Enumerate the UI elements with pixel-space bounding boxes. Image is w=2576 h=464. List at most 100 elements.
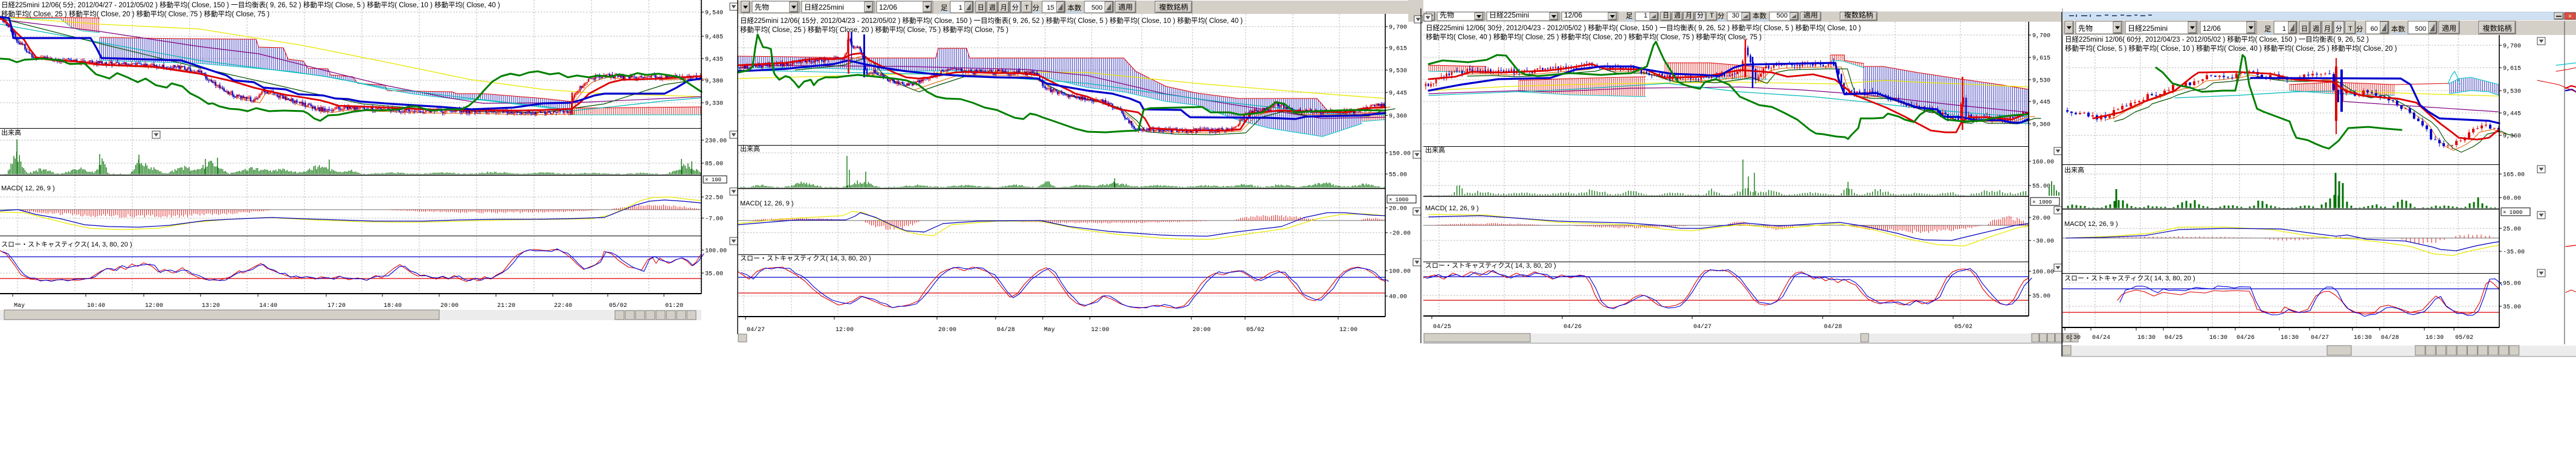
svg-text:本数: 本数	[2391, 25, 2406, 33]
svg-text:12/06: 12/06	[1564, 11, 1582, 19]
svg-text:17:20: 17:20	[327, 303, 346, 309]
svg-text:05/02: 05/02	[2455, 334, 2473, 341]
svg-text:16:30: 16:30	[2354, 335, 2372, 341]
svg-text:分: 分	[1012, 4, 1019, 11]
svg-text:9,360: 9,360	[1389, 114, 1407, 120]
svg-text:05/02: 05/02	[609, 302, 627, 309]
svg-text:20:00: 20:00	[938, 327, 956, 334]
svg-text:21:20: 21:20	[497, 303, 515, 309]
svg-text:MACD( 12, 26, 9 ): MACD( 12, 26, 9 )	[1425, 205, 1479, 212]
svg-text:週: 週	[2313, 25, 2319, 33]
svg-text:22:40: 22:40	[554, 303, 572, 309]
svg-text:100.00: 100.00	[2032, 269, 2054, 276]
svg-text:04/25: 04/25	[2165, 334, 2183, 341]
svg-text:04/28: 04/28	[1824, 323, 1842, 330]
svg-text:55.00: 55.00	[2032, 184, 2050, 190]
svg-text:日経225mini 12/06( 30分, 2012/04/: 日経225mini 12/06( 30分, 2012/04/23 - 2012/…	[1426, 24, 1861, 32]
svg-text:9,530: 9,530	[2032, 78, 2050, 85]
svg-text:04/26: 04/26	[1563, 323, 1582, 330]
svg-text:複数銘柄: 複数銘柄	[1844, 10, 1873, 19]
svg-text:T: T	[1710, 12, 1714, 19]
svg-text:9,435: 9,435	[705, 57, 723, 63]
svg-text:スロー・ストキャスティクス( 14, 3, 80, 20 ): スロー・ストキャスティクス( 14, 3, 80, 20 )	[2064, 274, 2195, 282]
svg-text:分: 分	[2356, 25, 2363, 33]
svg-text:12/06: 12/06	[879, 3, 897, 11]
svg-text:85.00: 85.00	[705, 161, 723, 168]
svg-text:分: 分	[1032, 4, 1040, 12]
svg-text:12:00: 12:00	[145, 303, 163, 309]
svg-text:165.00: 165.00	[2503, 172, 2525, 179]
svg-text:25.00: 25.00	[2503, 227, 2521, 233]
svg-text:16:30: 16:30	[2281, 335, 2299, 341]
svg-text:1: 1	[959, 4, 962, 11]
svg-text:T: T	[1025, 4, 1029, 11]
svg-text:先物: 先物	[1440, 11, 1454, 19]
svg-text:月: 月	[1000, 4, 1007, 11]
svg-text:May: May	[14, 303, 25, 309]
svg-text:16:30: 16:30	[2137, 335, 2156, 341]
svg-text:01:20: 01:20	[665, 303, 683, 309]
svg-text:12:00: 12:00	[836, 327, 854, 334]
svg-text:足: 足	[2264, 26, 2272, 33]
svg-text:55.00: 55.00	[1389, 172, 1407, 179]
svg-text:9,330: 9,330	[705, 101, 723, 108]
svg-text:35.00: 35.00	[705, 271, 723, 278]
svg-text:9,700: 9,700	[2032, 33, 2050, 40]
svg-text:12:00: 12:00	[1091, 327, 1109, 334]
svg-text:04/25: 04/25	[1433, 323, 1451, 330]
svg-text:移動平均( Close, 25 ) 移動平均( Clos: 移動平均( Close, 25 ) 移動平均( Close, 20 ) 移動平均…	[1, 10, 269, 18]
svg-text:9,360: 9,360	[2032, 122, 2050, 129]
svg-text:9,445: 9,445	[2503, 111, 2521, 118]
svg-text:9,485: 9,485	[705, 34, 723, 41]
svg-text:500: 500	[1092, 4, 1103, 11]
svg-text:35.00: 35.00	[2032, 294, 2050, 300]
svg-text:先物: 先物	[2078, 24, 2093, 33]
svg-text:出来高: 出来高	[1, 128, 21, 137]
svg-text:日経225mini 12/06( 5分, 2012/04/2: 日経225mini 12/06( 5分, 2012/04/27 - 2012/0…	[1, 1, 500, 9]
svg-text:9,445: 9,445	[2032, 100, 2050, 106]
svg-text:12/06: 12/06	[2203, 24, 2221, 33]
svg-text:230.00: 230.00	[705, 138, 727, 145]
svg-text:日経225mini: 日経225mini	[2128, 24, 2168, 33]
svg-text:足: 足	[941, 5, 948, 12]
svg-text:15: 15	[1047, 4, 1054, 11]
svg-text:9,700: 9,700	[1389, 25, 1407, 31]
svg-text:05/02: 05/02	[1954, 323, 1972, 330]
svg-text:日経225mini: 日経225mini	[1489, 11, 1529, 19]
svg-text:04/27: 04/27	[1693, 323, 1711, 330]
svg-text:9,615: 9,615	[2032, 56, 2050, 62]
svg-text:20:00: 20:00	[440, 303, 459, 309]
svg-text:May: May	[1044, 327, 1055, 334]
svg-text:04/28: 04/28	[2381, 334, 2399, 341]
svg-text:20.00: 20.00	[1389, 206, 1407, 213]
svg-text:12:00: 12:00	[1339, 327, 1357, 334]
svg-text:× 100: × 100	[705, 177, 721, 183]
svg-text:04/27: 04/27	[747, 326, 765, 334]
svg-text:MACD( 12, 26, 9 ): MACD( 12, 26, 9 )	[2064, 221, 2118, 228]
svg-text:-30.00: -30.00	[2032, 239, 2054, 245]
svg-text:複数銘柄: 複数銘柄	[1159, 2, 1188, 11]
svg-text:30: 30	[1732, 12, 1739, 19]
svg-text:日: 日	[2301, 25, 2308, 33]
svg-text:スロー・ストキャスティクス( 14, 3, 80, 20 ): スロー・ストキャスティクス( 14, 3, 80, 20 )	[1425, 262, 1556, 269]
svg-text:出来高: 出来高	[740, 144, 760, 153]
svg-text:本数: 本数	[1067, 4, 1081, 12]
svg-text:35.00: 35.00	[2503, 304, 2521, 311]
svg-text:MACD( 12, 26, 9 ): MACD( 12, 26, 9 )	[1, 185, 55, 192]
svg-text:本数: 本数	[1753, 11, 1767, 20]
svg-text:-35.00: -35.00	[2503, 250, 2525, 256]
svg-text:95.00: 95.00	[2503, 281, 2521, 288]
svg-text:60.00: 60.00	[2503, 196, 2521, 202]
svg-text:14:40: 14:40	[259, 303, 277, 309]
svg-text:× 1000: × 1000	[2503, 210, 2522, 216]
svg-text:6:30: 6:30	[2066, 335, 2081, 341]
svg-text:T: T	[2348, 25, 2352, 33]
svg-text:足: 足	[1626, 13, 1633, 20]
svg-text:18:40: 18:40	[384, 303, 402, 309]
svg-text:1: 1	[2282, 25, 2286, 33]
svg-text:05/02: 05/02	[1246, 326, 1264, 334]
svg-text:16:30: 16:30	[2209, 335, 2227, 341]
svg-text:月: 月	[1686, 12, 1692, 19]
svg-text:9,530: 9,530	[1389, 68, 1407, 75]
svg-text:日: 日	[1663, 12, 1669, 19]
